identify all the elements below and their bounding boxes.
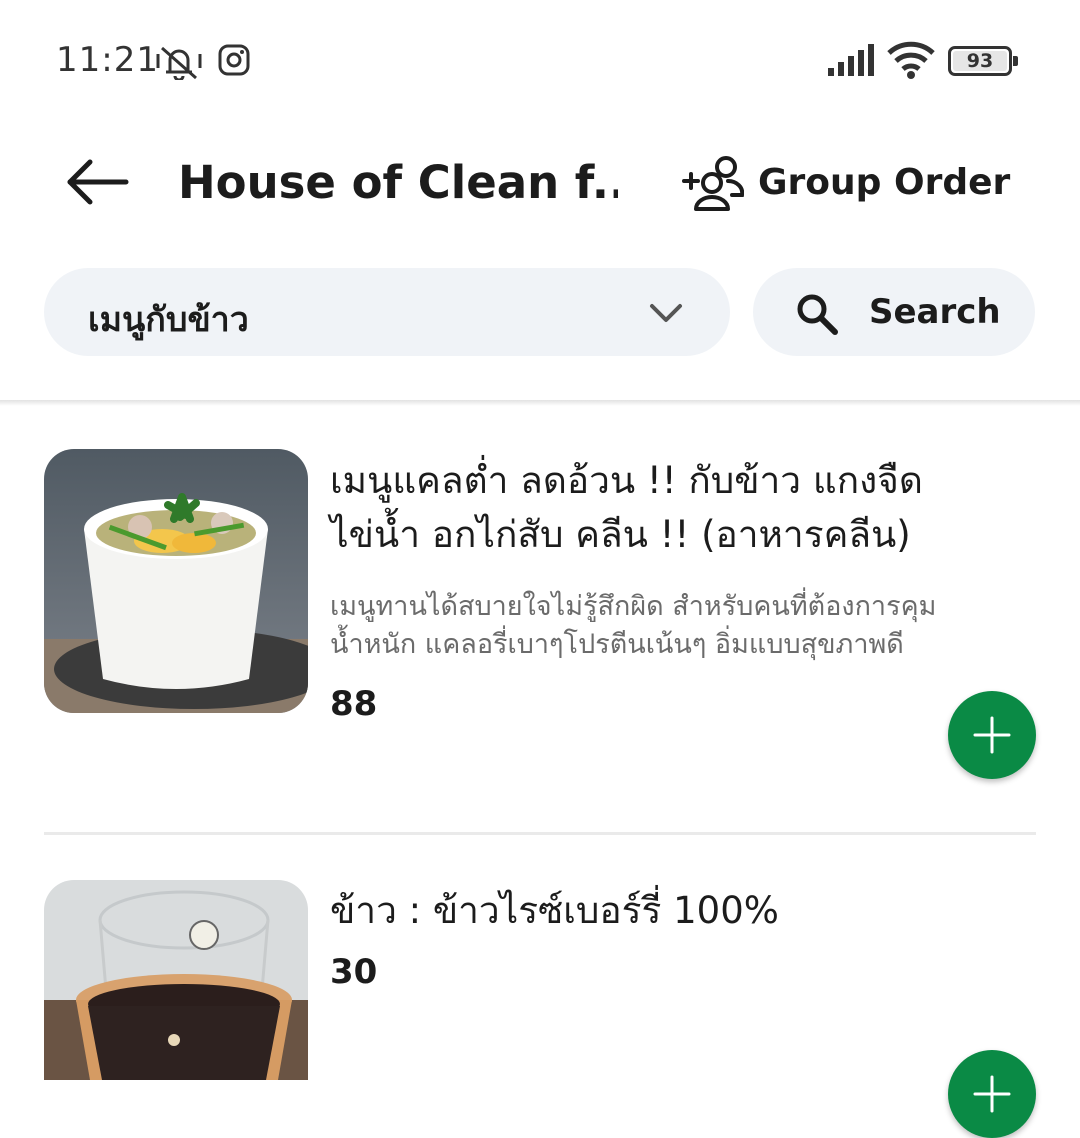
- plus-icon: [973, 1075, 1011, 1113]
- add-to-cart-button[interactable]: [948, 1050, 1036, 1138]
- menu-item[interactable]: ข้าว : ข้าวไรซ์เบอร์รี่ 100% 30: [0, 0, 1080, 1138]
- item-name: ข้าว : ข้าวไรซ์เบอร์รี่ 100%: [330, 884, 1020, 938]
- item-price: 30: [330, 952, 378, 992]
- item-name-line: ข้าว : ข้าวไรซ์เบอร์รี่ 100%: [330, 889, 779, 932]
- food-image: [44, 880, 308, 1080]
